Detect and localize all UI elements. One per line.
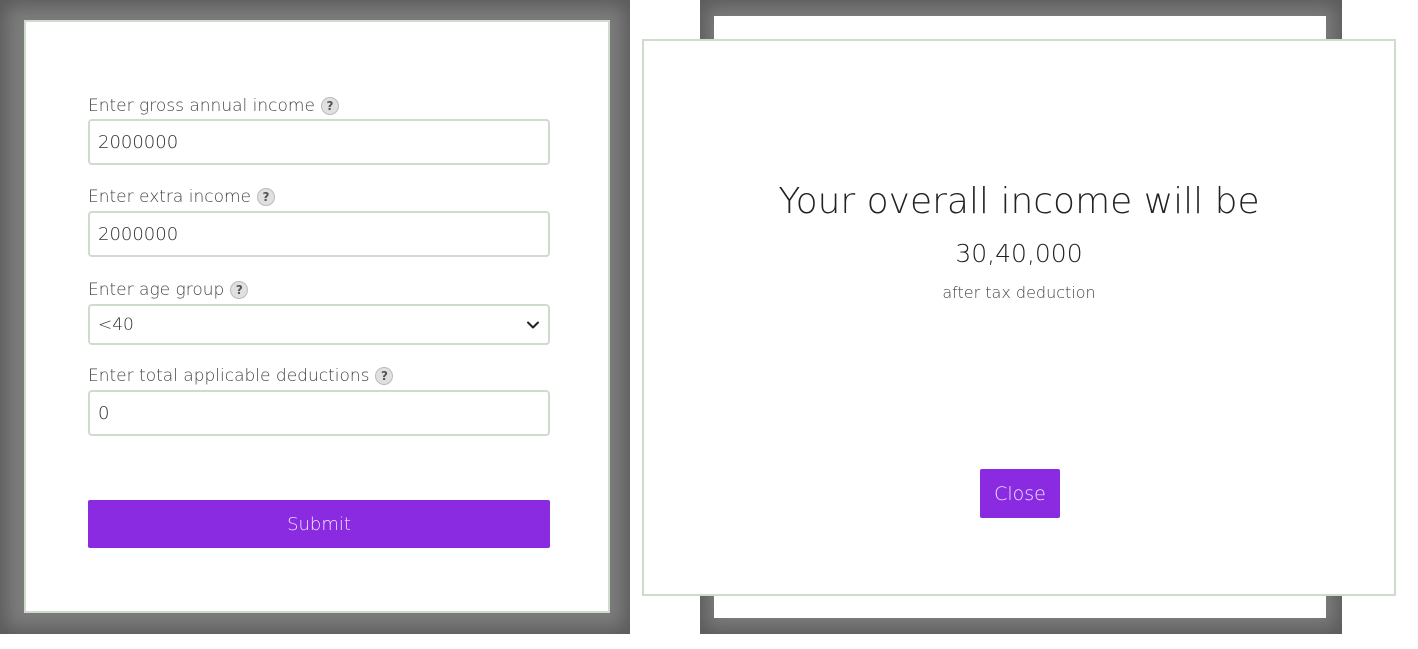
age-group-label-row: Enter age group ? — [88, 280, 249, 300]
question-circle-icon[interactable]: ? — [375, 367, 394, 385]
submit-button[interactable]: Submit — [88, 500, 550, 548]
age-group-select[interactable]: <40 — [88, 304, 550, 345]
form-backdrop: Enter gross annual income ? 2000000 Ente… — [0, 0, 630, 634]
question-circle-icon[interactable]: ? — [320, 97, 339, 115]
question-circle-icon[interactable]: ? — [257, 188, 275, 206]
extra-income-label: Enter extra income — [88, 187, 251, 207]
age-group-label: Enter age group — [88, 280, 225, 300]
extra-income-input[interactable]: 2000000 — [88, 211, 550, 257]
deductions-input[interactable]: 0 — [88, 390, 550, 436]
result-subtitle: after tax deduction — [942, 283, 1096, 302]
result-title: Your overall income will be — [778, 181, 1260, 222]
gross-income-input[interactable]: 2000000 — [88, 119, 550, 165]
deductions-label: Enter total applicable deductions — [88, 366, 370, 386]
result-modal: Your overall income will be 30,40,000 af… — [642, 39, 1396, 596]
deductions-label-row: Enter total applicable deductions ? — [88, 366, 394, 386]
result-amount: 30,40,000 — [955, 239, 1083, 268]
extra-income-label-row: Enter extra income ? — [88, 187, 275, 207]
chevron-down-icon — [527, 321, 539, 328]
gross-income-label: Enter gross annual income — [88, 96, 315, 116]
gross-income-label-row: Enter gross annual income ? — [88, 96, 339, 116]
age-group-selected-value: <40 — [98, 314, 134, 335]
close-button[interactable]: Close — [980, 469, 1060, 518]
income-form-card: Enter gross annual income ? 2000000 Ente… — [24, 20, 610, 613]
question-circle-icon[interactable]: ? — [230, 281, 249, 299]
